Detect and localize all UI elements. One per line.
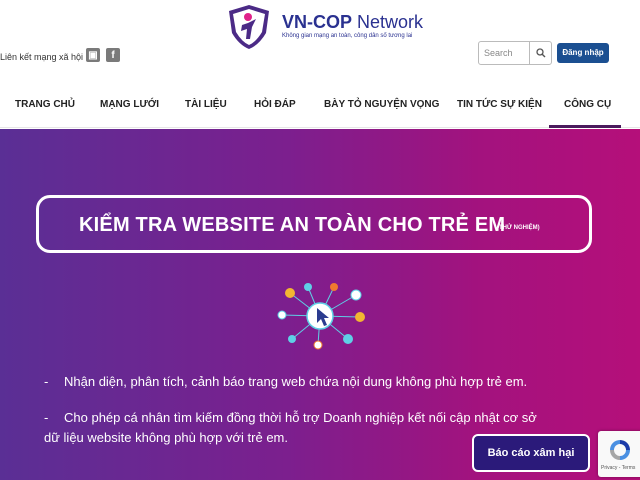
social-links-label: Liên kết mạng xã hội xyxy=(0,52,84,62)
report-abuse-button[interactable]: Báo cáo xâm hại xyxy=(472,434,590,472)
vncop-logo-icon[interactable] xyxy=(226,3,272,51)
brand-name-bold: VN-COP xyxy=(282,12,353,32)
recaptcha-badge[interactable]: Privacy - Terms xyxy=(598,431,640,477)
youtube-icon[interactable]: ▣ xyxy=(86,48,100,62)
brand-title[interactable]: VN-COP Network xyxy=(282,12,423,33)
hero-title-box: KIỂM TRA WEBSITE AN TOÀN CHO TRẺ EM (THỬ… xyxy=(36,195,592,253)
network-cursor-icon xyxy=(277,283,365,350)
main-nav: TRANG CHỦ MẠNG LƯỚI TÀI LIỆU HỎI ĐÁP BÀY… xyxy=(0,82,640,128)
search-icon xyxy=(535,48,545,58)
login-button[interactable]: Đăng nhập xyxy=(557,43,609,63)
search-input[interactable] xyxy=(479,42,529,64)
bullet-dash: - xyxy=(44,374,49,389)
bullet-2-line-2: dữ liệu website không phù hợp với trẻ em… xyxy=(44,430,288,445)
nav-item-bay-to-nguyen-vong[interactable]: BÀY TỎ NGUYỆN VỌNG xyxy=(324,99,439,110)
hero-title-note: (THỬ NGHIỆM) xyxy=(497,225,540,231)
bullet-1-line-1: Nhận diện, phân tích, cảnh báo trang web… xyxy=(64,374,528,389)
recaptcha-label[interactable]: Privacy - Terms xyxy=(601,465,635,471)
hero-banner: KIỂM TRA WEBSITE AN TOÀN CHO TRẺ EM (THỬ… xyxy=(0,129,640,480)
bullet-dash: - xyxy=(44,410,49,425)
nav-item-trang-chu[interactable]: TRANG CHỦ xyxy=(15,99,75,110)
nav-active-indicator xyxy=(549,125,621,128)
search-button[interactable] xyxy=(529,42,551,64)
nav-item-mang-luoi[interactable]: MẠNG LƯỚI xyxy=(100,99,159,110)
search-box xyxy=(478,41,552,65)
nav-item-tin-tuc-su-kien[interactable]: TIN TỨC SỰ KIỆN xyxy=(457,99,542,110)
nav-item-tai-lieu[interactable]: TÀI LIỆU xyxy=(185,99,227,110)
hero-title: KIỂM TRA WEBSITE AN TOÀN CHO TRẺ EM xyxy=(79,214,506,236)
facebook-icon[interactable]: f xyxy=(106,48,120,62)
bullet-2-line-1: Cho phép cá nhân tìm kiếm đồng thời hỗ t… xyxy=(64,410,537,425)
brand-tagline: Không gian mạng an toàn, công dân số tươ… xyxy=(282,33,413,39)
nav-item-hoi-dap[interactable]: HỎI ĐÁP xyxy=(254,99,296,110)
site-header: VN-COP Network Không gian mạng an toàn, … xyxy=(0,0,640,82)
nav-item-cong-cu[interactable]: CÔNG CỤ xyxy=(564,99,611,110)
page: VN-COP Network Không gian mạng an toàn, … xyxy=(0,0,640,480)
brand-name-rest: Network xyxy=(352,12,424,32)
recaptcha-icon xyxy=(610,440,630,460)
